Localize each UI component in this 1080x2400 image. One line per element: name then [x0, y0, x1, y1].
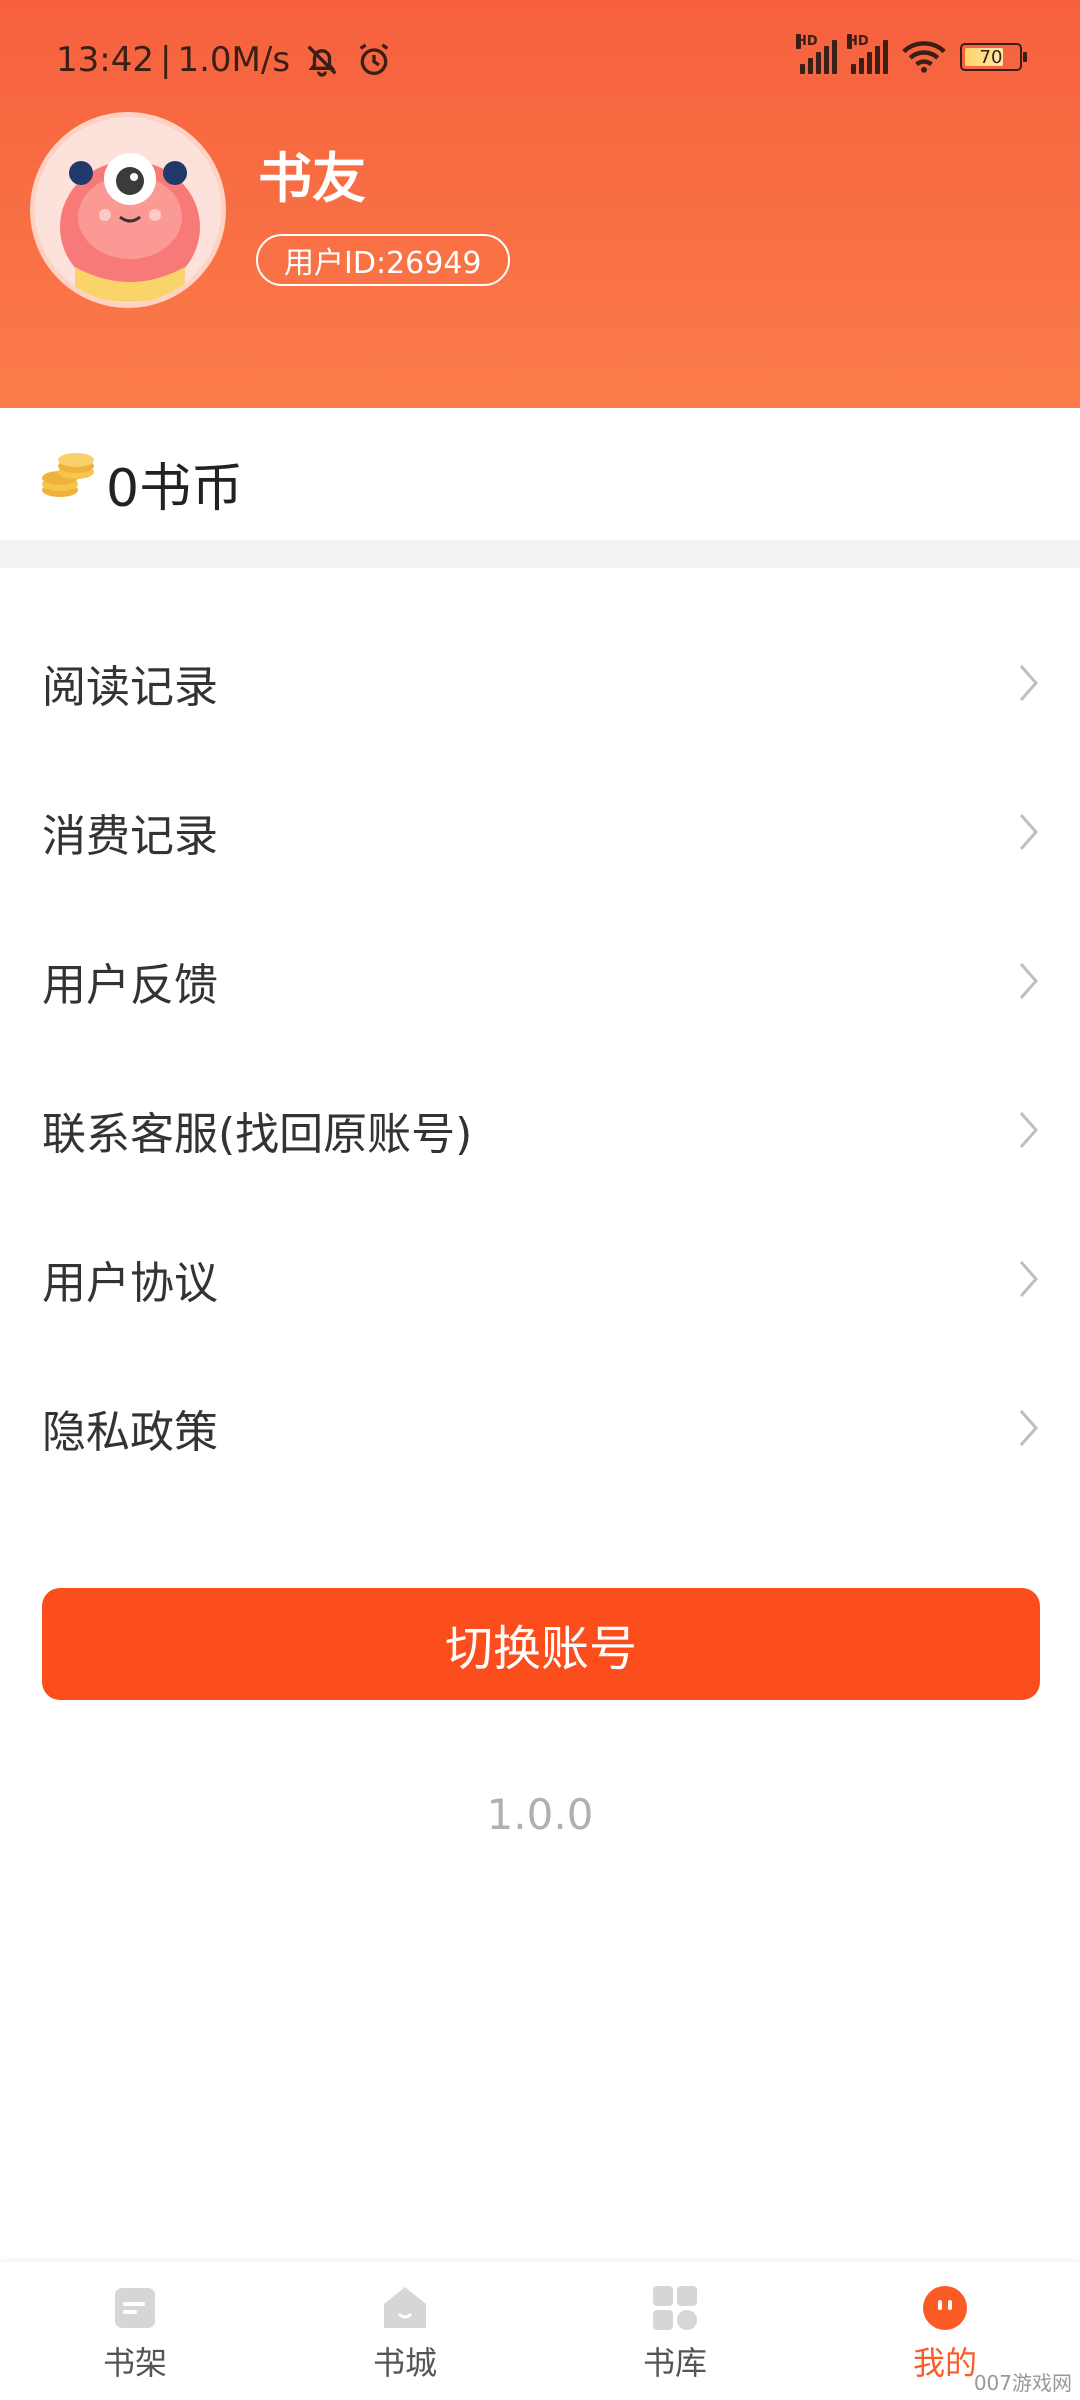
coin-balance[interactable]: 0书币: [0, 408, 1080, 540]
chevron-right-icon: [1019, 962, 1039, 999]
app-version: 1.0.0: [486, 1790, 594, 1839]
settings-menu: 阅读记录 消费记录 用户反馈 联系客服(找回原账号) 用户协议 隐私政策: [0, 608, 1080, 1502]
switch-account-button[interactable]: 切换账号: [42, 1588, 1040, 1700]
tab-bookstore[interactable]: 书城: [270, 2262, 540, 2400]
chevron-right-icon: [1019, 1260, 1039, 1297]
tab-bookshelf[interactable]: 书架: [0, 2262, 270, 2400]
battery-icon: 70: [960, 43, 1027, 71]
coin-balance-text: 0书币: [106, 459, 244, 519]
menu-item-user-agreement[interactable]: 用户协议: [0, 1204, 1080, 1353]
status-net-speed: 1.0M/s: [177, 40, 291, 80]
menu-item-label: 隐私政策: [42, 1406, 218, 1458]
menu-item-contact-support[interactable]: 联系客服(找回原账号): [0, 1055, 1080, 1204]
chevron-right-icon: [1019, 1409, 1039, 1446]
coins-icon: [42, 453, 94, 497]
tab-label: 书库: [642, 2344, 707, 2382]
menu-item-reading-history[interactable]: 阅读记录: [0, 608, 1080, 757]
status-time: 13:42: [56, 40, 154, 80]
profile-header: 13:42 | 1.0M/s HD HD 70 书友 用户ID:26949: [0, 0, 1080, 408]
username: 书友: [258, 147, 366, 210]
menu-item-label: 消费记录: [42, 810, 218, 862]
section-divider: [0, 540, 1080, 568]
tab-library[interactable]: 书库: [540, 2262, 810, 2400]
chevron-right-icon: [1019, 813, 1039, 850]
menu-item-label: 联系客服(找回原账号): [42, 1108, 473, 1160]
watermark: 007游戏网: [973, 2371, 1072, 2395]
profile-icon: [923, 2286, 967, 2330]
bell-muted-icon: [307, 45, 337, 77]
alarm-icon: [359, 43, 389, 75]
menu-item-label: 用户协议: [42, 1257, 218, 1309]
bottom-tab-bar: 书架 书城 书库 我的 007游戏网: [0, 2262, 1080, 2400]
bookshelf-icon: [115, 2288, 155, 2328]
tab-label: 书城: [372, 2344, 437, 2382]
menu-item-privacy-policy[interactable]: 隐私政策: [0, 1353, 1080, 1502]
chevron-right-icon: [1019, 1111, 1039, 1148]
library-icon: [653, 2286, 697, 2330]
tab-label: 书架: [102, 2344, 167, 2382]
menu-item-label: 阅读记录: [42, 661, 218, 713]
menu-item-label: 用户反馈: [42, 959, 218, 1011]
signal-icon-2: HD: [847, 34, 888, 74]
status-bar: 13:42 | 1.0M/s HD HD 70: [0, 0, 1080, 120]
signal-icon: HD: [796, 34, 837, 74]
menu-item-feedback[interactable]: 用户反馈: [0, 906, 1080, 1055]
bookstore-icon: [384, 2287, 426, 2328]
menu-item-purchase-history[interactable]: 消费记录: [0, 757, 1080, 906]
monster-avatar-icon: [60, 153, 200, 302]
avatar[interactable]: [30, 112, 226, 308]
chevron-right-icon: [1019, 664, 1039, 701]
user-id-badge: 用户ID:26949: [256, 234, 510, 286]
wifi-icon: [902, 41, 946, 73]
